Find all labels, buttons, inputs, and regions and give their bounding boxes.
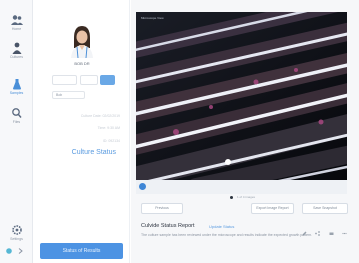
export-report-button[interactable]: Export Image Report — [251, 203, 294, 214]
toolbar-icons[interactable] — [5, 247, 29, 255]
culture-status-heading: Culture Status — [71, 149, 116, 156]
nav-label: Cultures — [9, 55, 24, 59]
nav-label: Home — [11, 27, 22, 31]
update-status-link[interactable]: Update Status — [209, 224, 234, 229]
share-icon[interactable] — [315, 223, 321, 236]
meta-line: Culture Date: 02/02/2019 — [80, 114, 120, 118]
card-actions — [298, 223, 347, 241]
segment-option-active[interactable] — [100, 75, 115, 85]
nav-label: Files — [12, 120, 21, 124]
people-icon — [10, 15, 23, 25]
gear-icon — [11, 225, 22, 235]
viewer-caption: Microscope View — [141, 16, 164, 20]
meta-line: Time: 9:30 AM — [97, 126, 120, 130]
patient-select-value: Bob — [56, 93, 63, 97]
more-icon[interactable] — [342, 223, 347, 235]
nav-item-settings[interactable]: Settings — [0, 224, 33, 241]
edit-icon[interactable] — [302, 223, 307, 236]
specimen-image — [136, 12, 347, 180]
nav-item-home[interactable]: Home — [0, 14, 33, 31]
nav-item-files[interactable]: Files — [0, 107, 33, 124]
viewer-toolbar — [136, 180, 347, 194]
nav-rail: Home Cultures Samples Files Settings — [0, 0, 33, 263]
nav-label: Samples — [9, 91, 24, 95]
profile-name: BOB DR — [74, 61, 90, 66]
nav-item-cultures[interactable]: Cultures — [0, 42, 33, 59]
nav-label: Settings — [10, 237, 23, 241]
save-snapshot-button[interactable]: Save Snapshot — [302, 203, 348, 214]
report-title: Culvide Status Report — [141, 223, 195, 229]
avatar — [65, 22, 99, 58]
flask-icon — [12, 79, 21, 90]
patient-select[interactable]: Bob — [52, 91, 85, 99]
print-icon[interactable] — [329, 223, 334, 235]
info-icon[interactable] — [139, 183, 146, 190]
meta-line: ID: 092134 — [102, 139, 120, 143]
report-description: The culture sample has been reviewed und… — [141, 233, 313, 237]
person-icon — [12, 42, 21, 54]
microscope-viewer[interactable]: Microscope View — [136, 12, 347, 180]
nav-item-samples[interactable]: Samples — [0, 78, 33, 95]
image-pager: 1 of 4 images — [230, 195, 290, 199]
pager-dot[interactable] — [230, 195, 233, 199]
segment-option[interactable] — [52, 75, 77, 85]
pager-text: 1 of 4 images — [237, 195, 256, 199]
previous-button[interactable]: Previous — [141, 203, 183, 214]
segment-option[interactable] — [80, 75, 98, 85]
search-icon — [11, 108, 22, 118]
status-results-button[interactable]: Status of Results — [40, 243, 123, 259]
